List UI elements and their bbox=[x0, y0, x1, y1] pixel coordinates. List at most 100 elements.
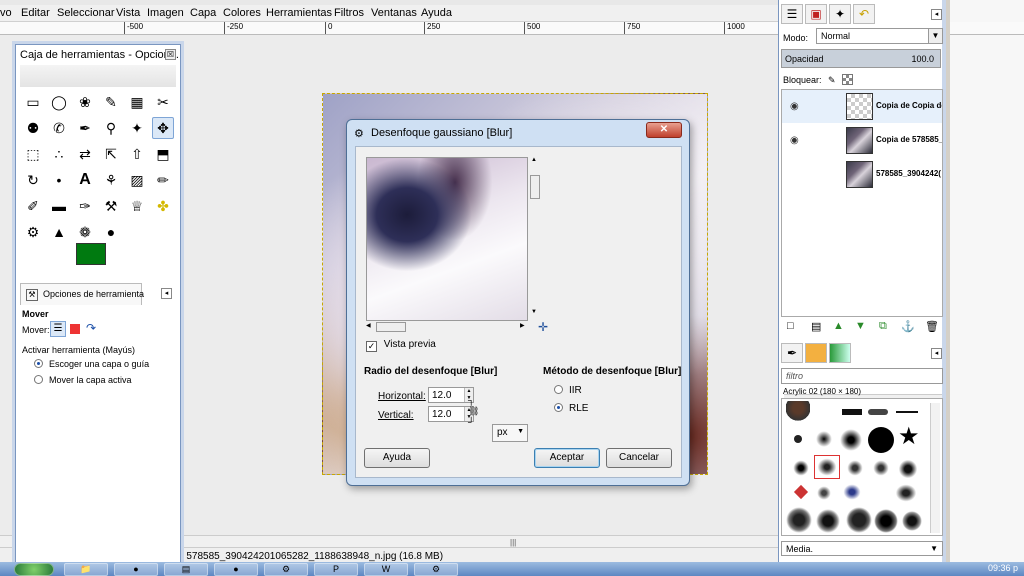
delete-layer-icon[interactable]: 🗑 bbox=[925, 320, 939, 333]
navigate-icon[interactable]: ✛ bbox=[538, 320, 548, 334]
tab-undo-icon[interactable]: ↶ bbox=[853, 4, 875, 24]
brush-acrylic-selected-icon[interactable] bbox=[814, 455, 840, 479]
heal-tool-icon[interactable]: ✤ bbox=[152, 195, 174, 217]
layer-row[interactable]: 578585_3904242( bbox=[782, 158, 942, 191]
color-picker-tool-icon[interactable]: ✒ bbox=[74, 117, 96, 139]
menu-filters[interactable]: Filtros bbox=[334, 7, 364, 19]
cancel-button[interactable]: Cancelar bbox=[606, 448, 672, 468]
lock-alpha-icon[interactable] bbox=[842, 74, 854, 85]
fuzzy-select-tool-icon[interactable]: ✎ bbox=[100, 91, 122, 113]
smudge-tool-icon[interactable]: ❁ bbox=[74, 221, 96, 243]
pencil-tool-icon[interactable]: ✏ bbox=[152, 169, 174, 191]
rect-select-tool-icon[interactable]: ▭ bbox=[22, 91, 44, 113]
brush-texture-icon[interactable] bbox=[846, 459, 864, 477]
method-rle-radio[interactable]: RLE bbox=[554, 403, 588, 414]
perspective-tool-icon[interactable]: ⬒ bbox=[152, 143, 174, 165]
close-button[interactable]: ✕ bbox=[646, 122, 682, 138]
brush-splat-icon[interactable] bbox=[792, 459, 810, 477]
tool-options-menu-icon[interactable]: ◂ bbox=[161, 288, 172, 299]
brush-circle-large-icon[interactable] bbox=[868, 427, 894, 453]
menu-windows[interactable]: Ventanas bbox=[371, 7, 417, 19]
clone-tool-icon[interactable]: ♕ bbox=[126, 195, 148, 217]
align-tool-icon[interactable]: ⬚ bbox=[22, 143, 44, 165]
bucket-fill-tool-icon[interactable]: ⚘ bbox=[100, 169, 122, 191]
foreground-color-swatch[interactable] bbox=[76, 243, 106, 265]
measure-tool-icon[interactable]: ✦ bbox=[126, 117, 148, 139]
eraser-tool-icon[interactable]: ▬ bbox=[48, 195, 70, 217]
tab-channels-icon[interactable]: ▣ bbox=[805, 4, 827, 24]
brush-view-select[interactable]: Media. ▼ bbox=[781, 541, 943, 556]
radio-move-active[interactable]: Mover la capa activa bbox=[34, 375, 132, 385]
tab-patterns-icon[interactable] bbox=[805, 343, 827, 363]
brush-chalk-icon[interactable] bbox=[902, 511, 922, 531]
method-iir-radio[interactable]: IIR bbox=[554, 385, 582, 396]
help-button[interactable]: Ayuda bbox=[364, 448, 430, 468]
menu-edit[interactable]: Editar bbox=[21, 7, 50, 19]
ink-tool-icon[interactable]: ⚒ bbox=[100, 195, 122, 217]
menu-help[interactable]: Ayuda bbox=[421, 7, 452, 19]
accept-button[interactable]: Aceptar bbox=[534, 448, 600, 468]
brush-grid[interactable]: ★ bbox=[781, 398, 943, 536]
brush-galaxy-icon[interactable] bbox=[842, 483, 862, 501]
scroll-right-icon[interactable]: ▶ bbox=[520, 322, 525, 329]
paths-tool-icon[interactable]: ✆ bbox=[48, 117, 70, 139]
dock-menu-icon[interactable]: ◂ bbox=[931, 9, 942, 20]
taskbar-powerpoint-icon[interactable]: P bbox=[314, 563, 358, 576]
brush-texture-icon[interactable] bbox=[898, 459, 918, 479]
scale-tool-icon[interactable]: ⇱ bbox=[100, 143, 122, 165]
scroll-left-icon[interactable]: ◀ bbox=[366, 322, 371, 329]
menu-colors[interactable]: Colores bbox=[223, 7, 261, 19]
preview-hscrollbar[interactable]: ◀ ▶ bbox=[366, 322, 528, 332]
menu-file[interactable]: vo bbox=[0, 7, 12, 19]
duplicate-layer-icon[interactable]: ⧉ bbox=[879, 320, 887, 333]
dodge-burn-tool-icon[interactable]: ● bbox=[100, 221, 122, 243]
move-path-mode-icon[interactable]: ↷ bbox=[86, 321, 96, 335]
taskbar-word-icon[interactable]: W bbox=[364, 563, 408, 576]
preview-vscroll-thumb[interactable] bbox=[530, 175, 540, 199]
unit-select[interactable]: px ▼ bbox=[492, 424, 528, 442]
blur-preview[interactable] bbox=[366, 157, 528, 321]
start-button[interactable] bbox=[14, 563, 54, 576]
tab-gradients-icon[interactable] bbox=[829, 343, 851, 363]
preview-toggle[interactable]: ✓ Vista previa bbox=[366, 339, 436, 352]
brush-chalk-icon[interactable] bbox=[786, 507, 812, 533]
layer-name[interactable]: Copia de Copia de bbox=[876, 101, 942, 110]
taskbar-chrome2-icon[interactable]: ● bbox=[214, 563, 258, 576]
tab-layers-icon[interactable]: ☰ bbox=[781, 4, 803, 24]
menu-select[interactable]: Seleccionar bbox=[57, 7, 114, 19]
blend-tool-icon[interactable]: ▨ bbox=[126, 169, 148, 191]
move-tool-icon[interactable]: ✥ bbox=[152, 117, 174, 139]
brush-texture-icon[interactable] bbox=[872, 459, 890, 477]
layer-name[interactable]: 578585_3904242( bbox=[876, 169, 942, 178]
scissors-tool-icon[interactable]: ✂ bbox=[152, 91, 174, 113]
layer-row[interactable]: ◉ Copia de Copia de bbox=[782, 90, 942, 123]
brush-chalk-icon[interactable] bbox=[816, 509, 840, 533]
new-group-icon[interactable]: ▤ bbox=[811, 320, 821, 333]
flip-tool-icon[interactable]: ↻ bbox=[22, 169, 44, 191]
blur-sharpen-tool-icon[interactable]: ▲ bbox=[48, 221, 70, 243]
cage-tool-icon[interactable]: • bbox=[48, 169, 70, 191]
taskbar-folder-icon[interactable]: ▤ bbox=[164, 563, 208, 576]
brush-sponge-icon[interactable] bbox=[816, 485, 832, 501]
shear-tool-icon[interactable]: ⇧ bbox=[126, 143, 148, 165]
zoom-tool-icon[interactable]: ⚲ bbox=[100, 117, 122, 139]
new-layer-icon[interactable]: □ bbox=[787, 320, 794, 332]
brush-soft-block-icon[interactable] bbox=[868, 409, 888, 415]
free-select-tool-icon[interactable]: ❀ bbox=[74, 91, 96, 113]
brush-filter-input[interactable]: filtro bbox=[781, 368, 943, 384]
preview-hscroll-thumb[interactable] bbox=[376, 322, 406, 332]
text-tool-icon[interactable]: A bbox=[74, 169, 96, 191]
move-layer-mode-icon[interactable]: ☰ bbox=[50, 321, 66, 337]
menu-tools[interactable]: Herramientas bbox=[266, 7, 332, 19]
tab-tool-options[interactable]: ⚒ Opciones de herramienta bbox=[20, 283, 144, 305]
scroll-up-icon[interactable]: ▲ bbox=[531, 157, 537, 163]
checkbox-checked-icon[interactable]: ✓ bbox=[366, 341, 377, 352]
crop-tool-icon[interactable]: ∴ bbox=[48, 143, 70, 165]
eye-icon[interactable]: ◉ bbox=[790, 135, 799, 146]
brush-fuzzy-small-icon[interactable] bbox=[816, 431, 832, 447]
anchor-layer-icon[interactable]: ⚓ bbox=[901, 320, 915, 333]
airbrush-tool-icon[interactable]: ✑ bbox=[74, 195, 96, 217]
brush-grunge-icon[interactable] bbox=[894, 483, 918, 503]
brush-line-icon[interactable] bbox=[896, 411, 918, 413]
paintbrush-tool-icon[interactable]: ✐ bbox=[22, 195, 44, 217]
